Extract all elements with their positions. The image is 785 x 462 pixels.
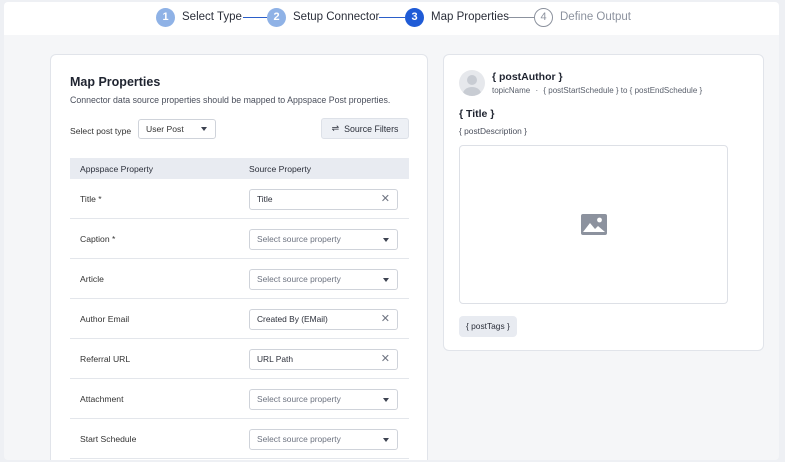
preview-description: { postDescription } — [459, 126, 527, 136]
step-map-properties[interactable]: 3 Map Properties — [405, 7, 509, 27]
property-name: Referral URL — [80, 354, 131, 364]
property-name: Title * — [80, 194, 102, 204]
post-type-select[interactable]: User Post — [138, 119, 216, 139]
chevron-down-icon — [383, 438, 389, 442]
property-name: Attachment — [80, 394, 124, 404]
preview-meta: topicName · { postStartSchedule } to { p… — [492, 86, 702, 95]
app-frame: 1 Select Type 2 Setup Connector 3 Map Pr… — [4, 2, 779, 460]
clear-icon[interactable]: ✕ — [381, 310, 390, 329]
mapping-row-article: Article Select source property — [70, 259, 409, 299]
post-type-value: User Post — [146, 124, 184, 134]
step-connector — [508, 17, 534, 19]
filter-sliders-icon: ⇌ — [331, 123, 340, 133]
preview-topic: topicName — [492, 86, 531, 95]
preview-tags: { postTags } — [459, 316, 517, 337]
source-placeholder: Select source property — [257, 394, 341, 404]
mapping-row-caption: Caption * Select source property — [70, 219, 409, 259]
mapping-row-start-schedule: Start Schedule Select source property — [70, 419, 409, 459]
step-label: Select Type — [182, 11, 242, 23]
post-preview-card: { postAuthor } topicName · { postStartSc… — [443, 54, 764, 351]
post-type-label: Select post type — [70, 126, 132, 136]
preview-schedule: { postStartSchedule } to { postEndSchedu… — [543, 86, 703, 95]
mapping-row-author-email: Author Email Created By (EMail) ✕ — [70, 299, 409, 339]
step-label: Define Output — [560, 11, 631, 23]
source-property-select[interactable]: Created By (EMail) ✕ — [249, 309, 398, 330]
mapping-row-title: Title * Title ✕ — [70, 179, 409, 219]
panel-description: Connector data source properties should … — [70, 95, 391, 105]
source-property-select[interactable]: Select source property — [249, 429, 398, 450]
map-properties-panel: Map Properties Connector data source pro… — [50, 54, 428, 460]
step-connector — [379, 17, 405, 19]
step-label: Setup Connector — [293, 11, 380, 23]
step-label: Map Properties — [431, 11, 509, 23]
mapping-table-header: Appspace Property Source Property — [70, 158, 409, 179]
clear-icon[interactable]: ✕ — [381, 190, 390, 209]
chevron-down-icon — [201, 127, 207, 131]
source-placeholder: Select source property — [257, 434, 341, 444]
column-header-appspace: Appspace Property — [80, 164, 154, 174]
selected-source: Created By (EMail) — [257, 314, 328, 324]
panel-title: Map Properties — [70, 75, 161, 89]
avatar — [459, 70, 485, 96]
source-placeholder: Select source property — [257, 274, 341, 284]
clear-icon[interactable]: ✕ — [381, 350, 390, 369]
source-property-select[interactable]: Select source property — [249, 229, 398, 250]
user-silhouette-icon — [463, 75, 481, 96]
selected-source: URL Path — [257, 354, 293, 364]
preview-author: { postAuthor } — [492, 71, 563, 83]
preview-media-placeholder — [459, 145, 728, 304]
mapping-row-referral-url: Referral URL URL Path ✕ — [70, 339, 409, 379]
property-name: Caption * — [80, 234, 116, 244]
chevron-down-icon — [383, 278, 389, 282]
preview-title: { Title } — [459, 108, 495, 120]
step-setup-connector[interactable]: 2 Setup Connector — [267, 7, 379, 27]
source-property-select[interactable]: Select source property — [249, 389, 398, 410]
step-number: 3 — [405, 7, 424, 27]
source-property-select[interactable]: Title ✕ — [249, 189, 398, 210]
step-select-type[interactable]: 1 Select Type — [156, 7, 242, 27]
mapping-row-attachment: Attachment Select source property — [70, 379, 409, 419]
step-number: 1 — [156, 7, 175, 27]
column-header-source: Source Property — [249, 164, 312, 174]
meta-separator: · — [535, 86, 539, 95]
chevron-down-icon — [383, 238, 389, 242]
chevron-down-icon — [383, 398, 389, 402]
source-filters-button[interactable]: ⇌ Source Filters — [321, 118, 409, 139]
wizard-stepper: 1 Select Type 2 Setup Connector 3 Map Pr… — [4, 2, 779, 35]
property-name: Author Email — [80, 314, 130, 324]
step-connector — [243, 17, 267, 19]
property-name: Start Schedule — [80, 434, 137, 444]
step-define-output[interactable]: 4 Define Output — [534, 7, 631, 27]
image-icon — [581, 214, 607, 235]
source-placeholder: Select source property — [257, 234, 341, 244]
step-number: 2 — [267, 7, 286, 27]
source-property-select[interactable]: Select source property — [249, 269, 398, 290]
property-name: Article — [80, 274, 104, 284]
source-filters-label: Source Filters — [344, 123, 399, 134]
selected-source: Title — [257, 194, 273, 204]
source-property-select[interactable]: URL Path ✕ — [249, 349, 398, 370]
step-number: 4 — [534, 7, 553, 27]
